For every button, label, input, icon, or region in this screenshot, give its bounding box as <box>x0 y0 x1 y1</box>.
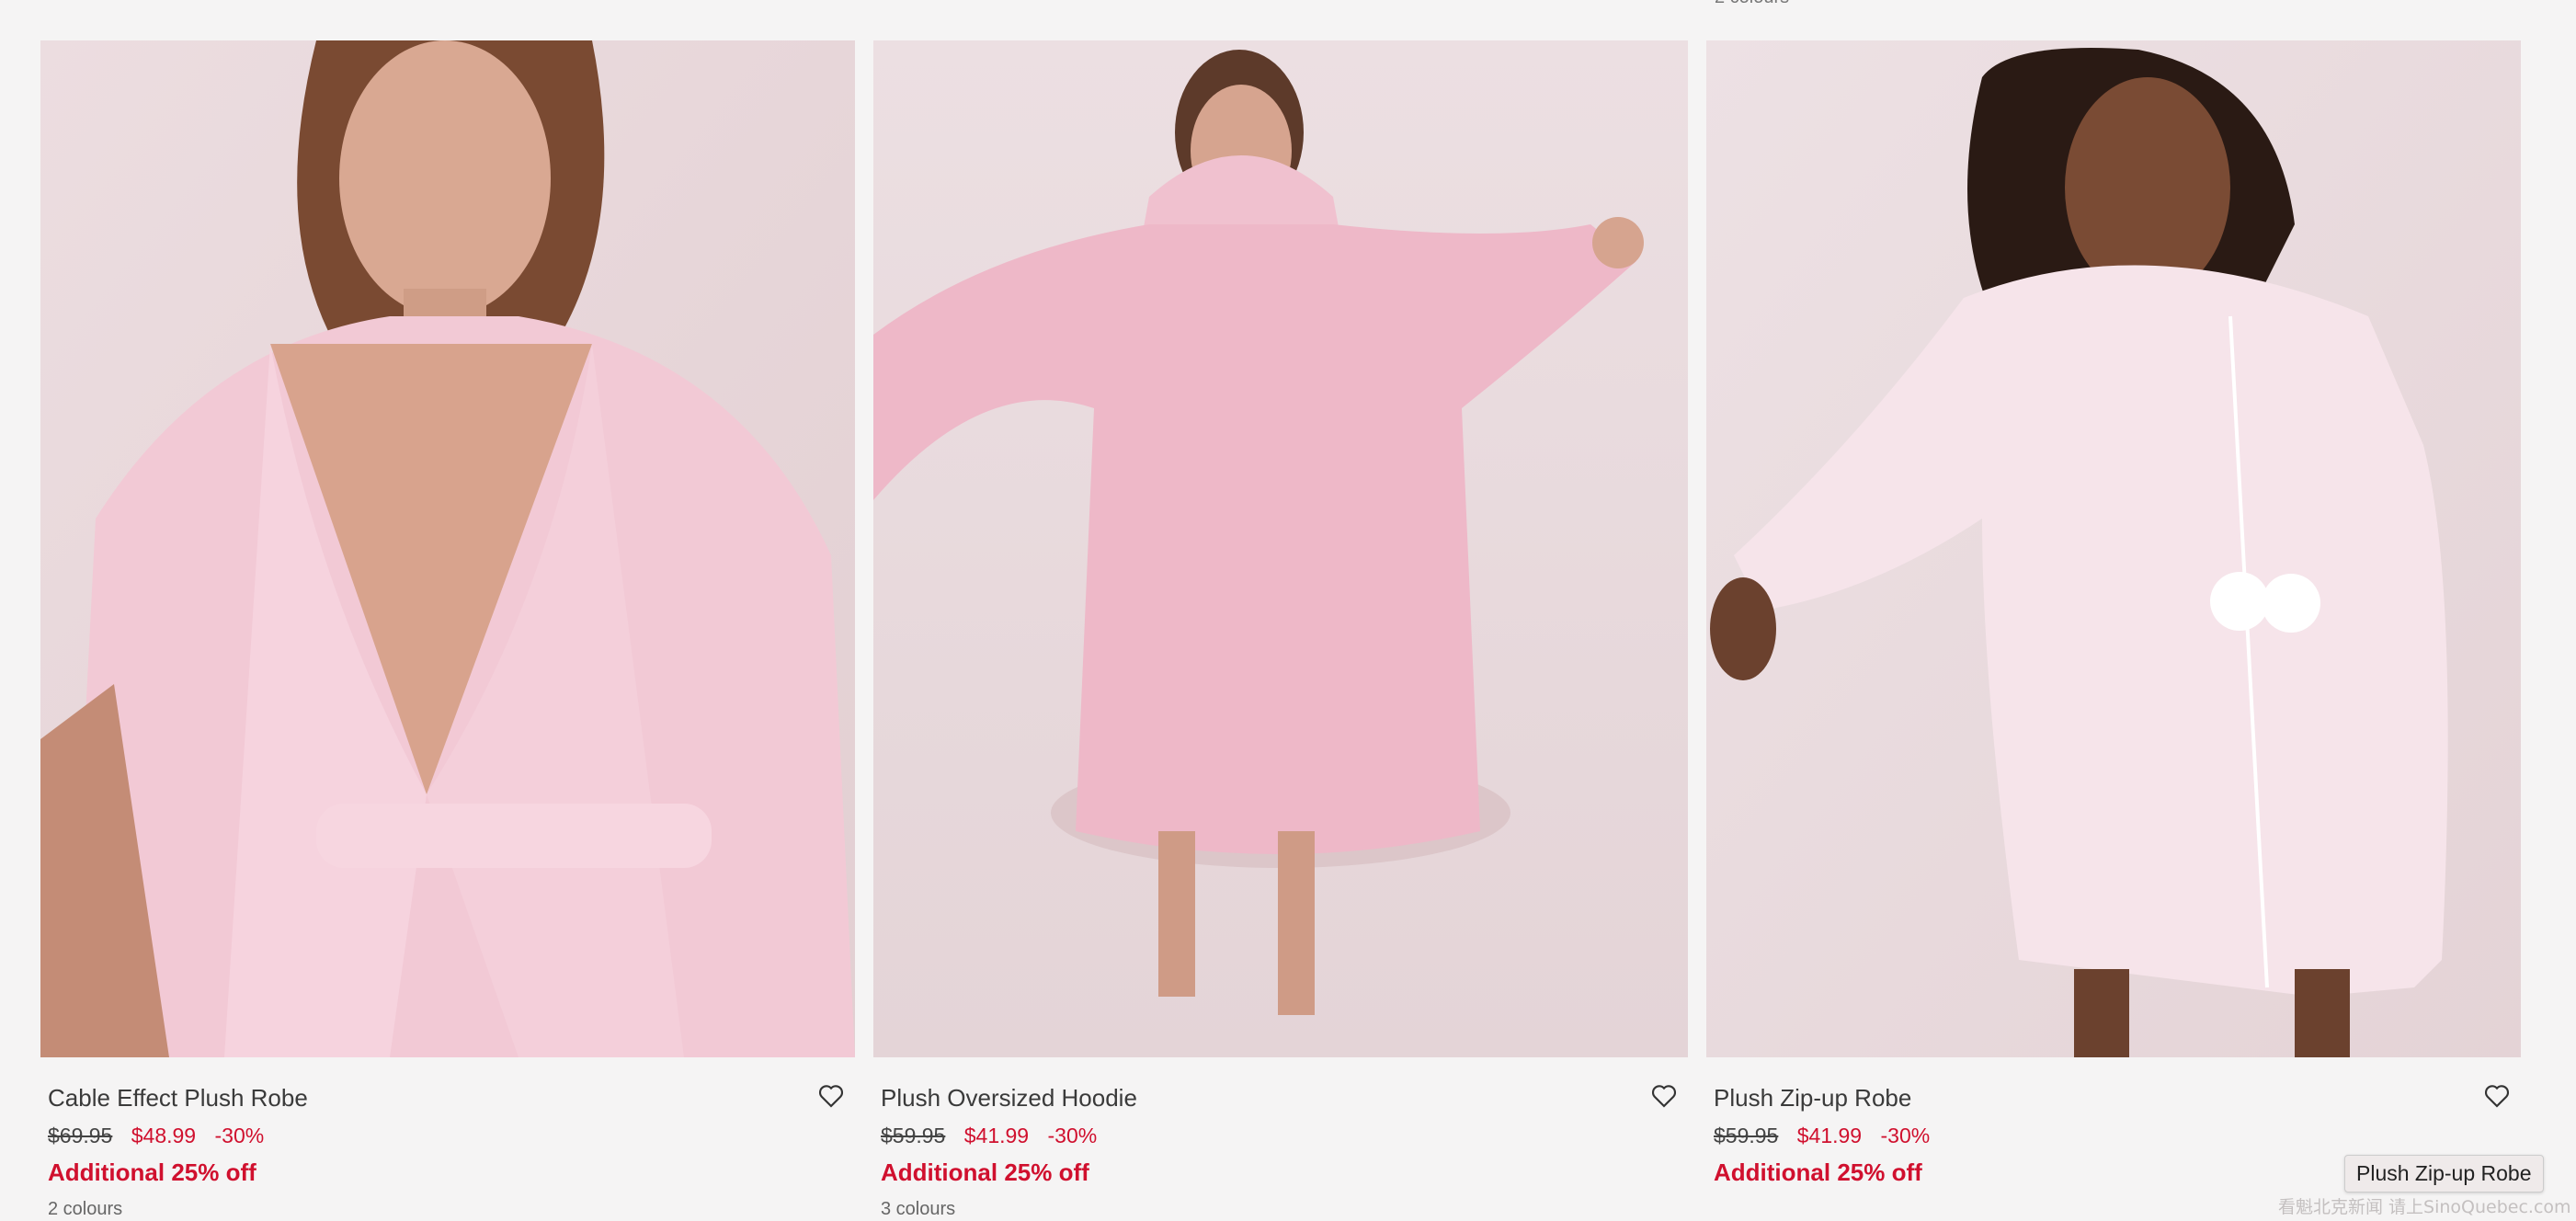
top-colours-note: 2 colours <box>1715 0 1789 8</box>
promo-label: Additional 25% off <box>1714 1158 1922 1186</box>
product-image-plush-zip-up-robe[interactable] <box>1706 40 2521 1057</box>
heart-outline-icon[interactable] <box>1649 1080 1679 1110</box>
discount-percent: -30% <box>1880 1124 1931 1147</box>
sale-price: $41.99 <box>1796 1124 1863 1147</box>
original-price: $69.95 <box>48 1124 113 1147</box>
site-watermark: 看魁北克新闻 请上SinoQuebec.com <box>2278 1197 2571 1217</box>
product-name-tooltip: Plush Zip-up Robe <box>2344 1155 2544 1192</box>
price-row: $59.95 $41.99 -30% <box>1714 1124 1930 1148</box>
product-image-plush-oversized-hoodie[interactable] <box>873 40 1688 1057</box>
product-name[interactable]: Plush Zip-up Robe <box>1714 1084 1911 1113</box>
original-price: $59.95 <box>1714 1124 1779 1147</box>
promo-label: Additional 25% off <box>881 1158 1089 1186</box>
product-card[interactable]: Plush Oversized Hoodie $59.95 $41.99 -30… <box>873 40 1688 1221</box>
heart-outline-icon[interactable] <box>816 1080 846 1110</box>
discount-percent: -30% <box>1047 1124 1098 1147</box>
product-image-cable-effect-plush-robe[interactable] <box>40 40 855 1057</box>
price-row: $69.95 $48.99 -30% <box>48 1124 264 1148</box>
original-price: $59.95 <box>881 1124 946 1147</box>
heart-outline-icon[interactable] <box>2482 1080 2512 1110</box>
product-card[interactable]: Plush Zip-up Robe $59.95 $41.99 -30% Add… <box>1706 40 2521 1221</box>
promo-label: Additional 25% off <box>48 1158 256 1186</box>
product-name[interactable]: Cable Effect Plush Robe <box>48 1084 308 1113</box>
sale-price: $48.99 <box>131 1124 197 1147</box>
colour-count: 3 colours <box>881 1199 956 1219</box>
product-name[interactable]: Plush Oversized Hoodie <box>881 1084 1137 1113</box>
price-row: $59.95 $41.99 -30% <box>881 1124 1097 1148</box>
sale-price: $41.99 <box>963 1124 1030 1147</box>
discount-percent: -30% <box>214 1124 265 1147</box>
colour-count: 2 colours <box>48 1199 123 1219</box>
product-card[interactable]: Cable Effect Plush Robe $69.95 $48.99 -3… <box>40 40 855 1221</box>
